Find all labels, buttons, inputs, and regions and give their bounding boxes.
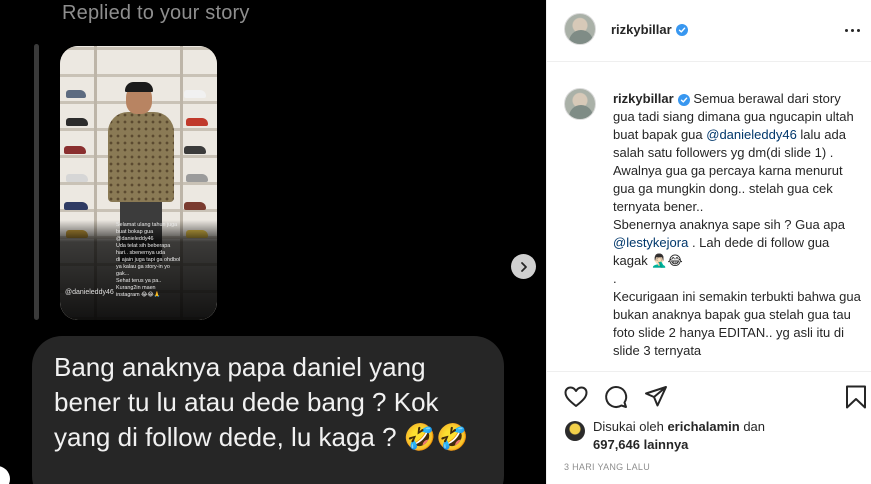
send-icon[interactable]	[643, 384, 669, 410]
reply-message-text: Bang anaknya papa daniel yang bener tu l…	[54, 352, 469, 452]
verified-badge-icon	[677, 94, 690, 106]
person-batik-shirt	[108, 112, 174, 202]
comment-icon[interactable]	[603, 384, 629, 410]
mention-link[interactable]: @danieleddy46	[706, 127, 797, 142]
prev-arrow-partial[interactable]	[0, 466, 10, 484]
shoe	[66, 118, 88, 126]
avatar[interactable]	[564, 13, 596, 45]
action-bar	[547, 371, 871, 419]
shoe	[186, 118, 208, 126]
caption-text: Kecurigaan ini semakin terbukti bahwa gu…	[613, 289, 861, 358]
story-handle: @danieleddy46	[65, 289, 114, 296]
replied-to-story-label: Replied to your story	[62, 2, 250, 24]
shoe	[64, 146, 86, 154]
post-header: rizkybillar	[547, 0, 871, 62]
story-preview[interactable]: Selamat ulang tahun juga buat bokap gua …	[60, 46, 217, 320]
post-sidebar: rizkybillar rizkybillar Semua berawal da…	[546, 0, 871, 484]
verified-badge-icon	[675, 23, 688, 36]
shoe	[184, 146, 206, 154]
person-hair	[125, 82, 153, 92]
caption-text: Awalnya gua ga percaya karna menurut gua…	[613, 163, 843, 214]
liker-avatar[interactable]	[565, 421, 585, 441]
shoe	[66, 90, 86, 98]
bookmark-icon[interactable]	[843, 384, 869, 410]
shoe	[64, 202, 88, 210]
likes-middle: dan	[739, 419, 766, 434]
header-username[interactable]: rizkybillar	[611, 22, 672, 37]
likes-prefix: Disukai oleh	[593, 419, 668, 434]
reply-quote-bar	[34, 44, 39, 320]
chevron-right-icon[interactable]	[511, 254, 536, 279]
shoe	[66, 174, 88, 182]
story-overlay-text: Selamat ulang tahun juga buat bokap gua …	[116, 222, 181, 298]
more-horizontal-icon[interactable]	[840, 22, 864, 38]
caption-text: Sbenernya anaknya sape sih ? Gua apa	[613, 217, 846, 232]
shoe	[184, 202, 206, 210]
liker-username[interactable]: erichalamin	[667, 419, 739, 434]
instagram-post-view: Replied to your story Selamat ulang tahu…	[0, 0, 871, 484]
caption-text: .	[613, 271, 617, 286]
mention-link[interactable]: @lestykejora	[613, 235, 688, 250]
post-media[interactable]: Replied to your story Selamat ulang tahu…	[0, 0, 546, 484]
likes-summary: Disukai oleh erichalamin dan 697,646 lai…	[593, 418, 863, 454]
avatar[interactable]	[564, 88, 596, 120]
caption-username[interactable]: rizkybillar	[613, 91, 674, 106]
shoe	[184, 90, 206, 98]
post-timestamp[interactable]: 3 HARI YANG LALU	[564, 462, 650, 472]
heart-icon[interactable]	[563, 384, 589, 410]
post-caption: rizkybillar Semua berawal dari story gua…	[613, 90, 863, 360]
header-user: rizkybillar	[611, 22, 688, 37]
shoe	[186, 174, 208, 182]
likes-count[interactable]: 697,646 lainnya	[593, 437, 688, 452]
caption-area: rizkybillar Semua berawal dari story gua…	[547, 62, 871, 371]
